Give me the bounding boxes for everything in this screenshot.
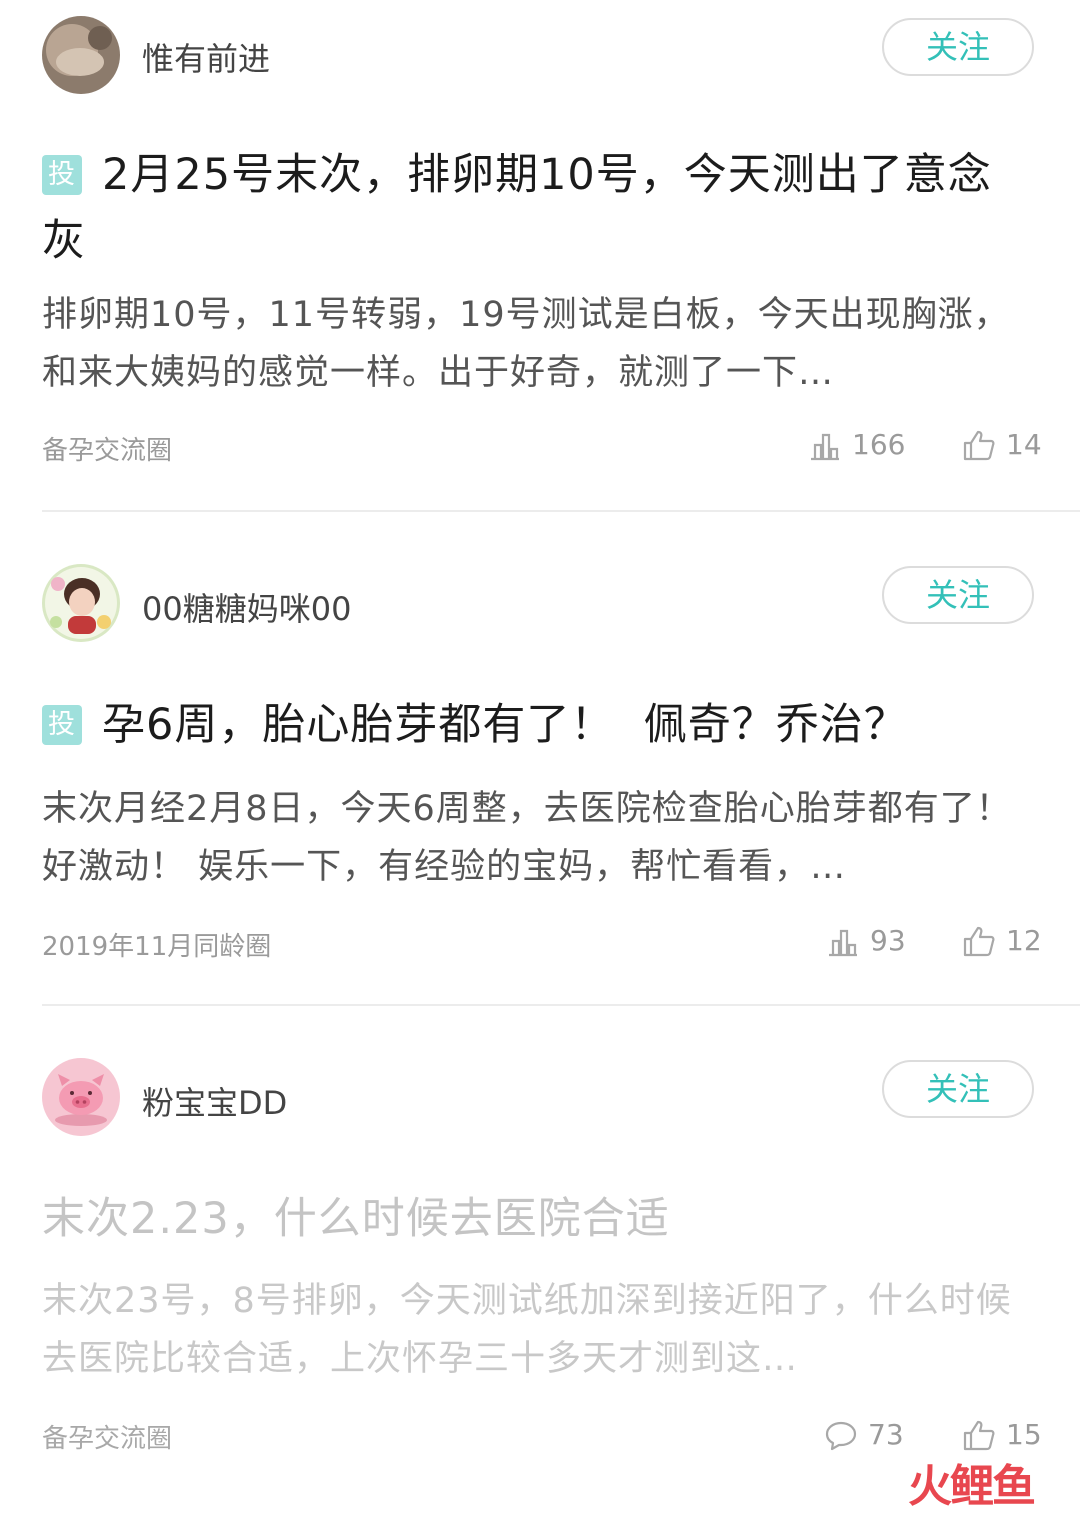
likes-count: 14 [1006,428,1042,461]
username[interactable]: 00糖糖妈咪00 [142,584,351,630]
comments-stat[interactable]: 73 [824,1418,904,1451]
follow-button[interactable]: 关注 [882,18,1034,76]
username[interactable]: 粉宝宝DD [142,1078,287,1124]
bar-chart-icon [811,433,839,460]
divider [42,1004,1080,1006]
username[interactable]: 惟有前进 [142,34,270,80]
like-button[interactable]: 15 [962,1418,1042,1451]
thumbs-up-icon [963,1420,995,1450]
circle-link[interactable]: 2019年11月同龄圈 [42,926,271,963]
likes-count: 15 [1006,1418,1042,1451]
post-excerpt[interactable]: 末次23号，8号排卵，今天测试纸加深到接近阳了，什么时候去医院比较合适，上次怀孕… [42,1272,1034,1388]
watermark-logo: 火鲤鱼 [908,1461,1036,1512]
post-title-text: 2月25号末次，排卵期10号，今天测出了意念灰 [42,150,992,266]
post-tag: 投 [42,705,82,745]
avatar[interactable] [42,16,120,94]
avatar-image [42,564,120,642]
comment-bubble-icon [825,1421,857,1450]
pig-avatar-icon [42,1058,120,1136]
like-button[interactable]: 12 [962,924,1042,957]
thumbs-up-icon [963,430,995,460]
post-title[interactable]: 投 2月25号末次，排卵期10号，今天测出了意念灰 [42,142,1032,274]
post-tag: 投 [42,155,82,195]
views-count: 93 [870,924,906,957]
thumbs-up-icon [963,926,995,956]
avatar[interactable] [42,1058,120,1136]
avatar[interactable] [42,564,120,642]
post-title-text: 孕6周，胎心胎芽都有了！ 佩奇？乔治？ [102,700,908,750]
views-count: 166 [852,428,906,461]
likes-count: 12 [1006,924,1042,957]
post-title[interactable]: 投孕6周，胎心胎芽都有了！ 佩奇？乔治？ [42,692,1032,758]
follow-button[interactable]: 关注 [882,1060,1034,1118]
post-title[interactable]: 末次2.23，什么时候去医院合适 [42,1186,1032,1252]
views-stat: 93 [826,924,906,957]
avatar-image [42,16,120,94]
post-excerpt[interactable]: 排卵期10号，11号转弱，19号测试是白板，今天出现胸涨，和来大姨妈的感觉一样。… [42,286,1034,402]
comments-count: 73 [868,1418,904,1451]
bar-chart-icon [829,929,857,956]
circle-link[interactable]: 备孕交流圈 [42,430,172,467]
follow-button[interactable]: 关注 [882,566,1034,624]
post-excerpt[interactable]: 末次月经2月8日，今天6周整，去医院检查胎心胎芽都有了！好激动！ 娱乐一下，有经… [42,780,1034,896]
like-button[interactable]: 14 [962,428,1042,461]
divider [42,510,1080,512]
circle-link[interactable]: 备孕交流圈 [42,1418,172,1455]
views-stat: 166 [808,428,905,461]
